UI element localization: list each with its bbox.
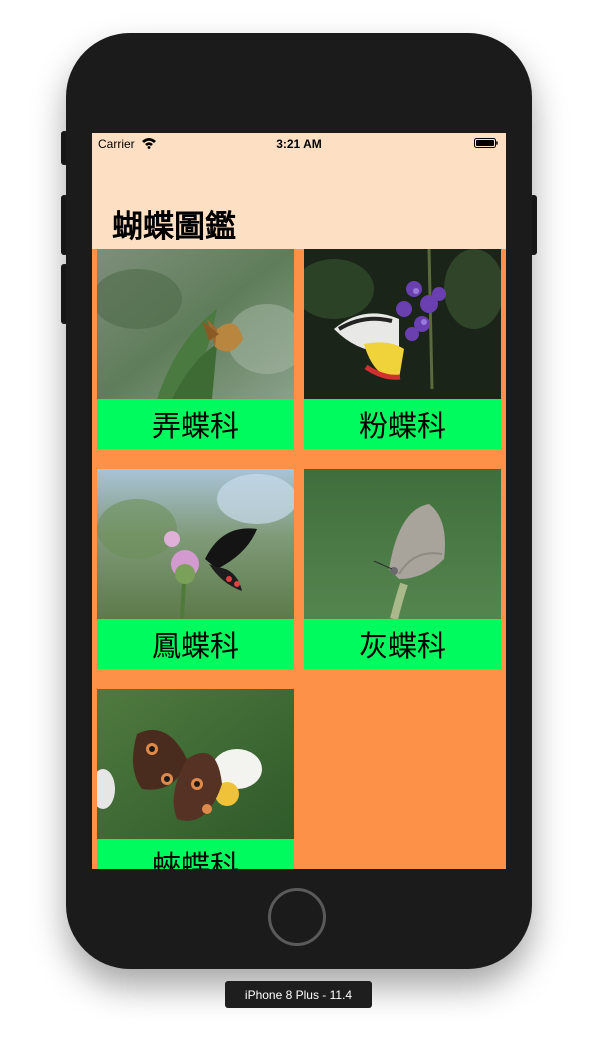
- collection-cell-label: 灰蝶科: [304, 619, 501, 669]
- collection-cell-label: 鳳蝶科: [97, 619, 294, 669]
- clock: 3:21 AM: [276, 137, 322, 151]
- collection-cell-lycaenid[interactable]: 灰蝶科: [304, 469, 501, 669]
- swallowtail-butterfly-photo: [97, 469, 294, 619]
- status-bar: Carrier 3:21 AM: [92, 133, 506, 153]
- app-screen: Carrier 3:21 AM 蝴蝶圖鑑 弄蝶科 粉蝶科 鳳蝶科 灰蝶科 蛺蝶科: [92, 133, 506, 869]
- simulator-device-label: iPhone 8 Plus - 11.4: [225, 981, 372, 1008]
- collection-cell-label: 粉蝶科: [304, 399, 501, 449]
- collection-cell-skipper[interactable]: 弄蝶科: [97, 249, 294, 449]
- lycaenid-butterfly-photo: [304, 469, 501, 619]
- collection-cell-nymphalid[interactable]: 蛺蝶科: [97, 689, 294, 869]
- skipper-butterfly-photo: [97, 249, 294, 399]
- nymphalid-butterfly-photo: [97, 689, 294, 839]
- home-button[interactable]: [268, 888, 326, 946]
- collection-cell-label: 蛺蝶科: [97, 839, 294, 869]
- page-title: 蝴蝶圖鑑: [112, 209, 236, 245]
- collection-cell-swallowtail[interactable]: 鳳蝶科: [97, 469, 294, 669]
- battery-icon: [474, 138, 498, 148]
- butterfly-collection[interactable]: 弄蝶科 粉蝶科 鳳蝶科 灰蝶科 蛺蝶科: [92, 249, 506, 869]
- pierid-butterfly-photo: [304, 249, 501, 399]
- collection-cell-pierid[interactable]: 粉蝶科: [304, 249, 501, 449]
- collection-cell-label: 弄蝶科: [97, 399, 294, 449]
